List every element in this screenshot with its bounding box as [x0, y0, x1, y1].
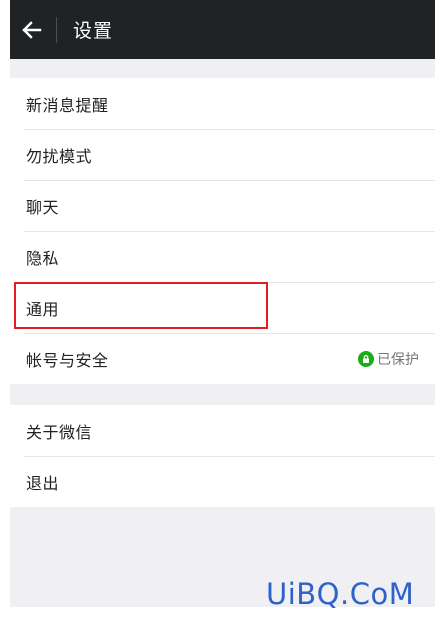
settings-item-label: 勿扰模式	[26, 146, 93, 166]
settings-item-label: 关于微信	[26, 422, 93, 442]
header-divider	[56, 16, 57, 43]
settings-item-notifications[interactable]: 新消息提醒	[10, 78, 435, 129]
settings-item-label: 聊天	[26, 197, 60, 217]
settings-item-chat[interactable]: 聊天	[10, 180, 435, 231]
settings-item-label: 帐号与安全	[26, 350, 109, 370]
settings-item-label: 通用	[26, 299, 60, 319]
settings-item-logout[interactable]: 退出	[10, 456, 435, 507]
settings-item-general[interactable]: 通用	[10, 282, 435, 333]
settings-item-do-not-disturb[interactable]: 勿扰模式	[10, 129, 435, 180]
page-title: 设置	[73, 20, 114, 42]
settings-item-about[interactable]: 关于微信	[10, 405, 435, 456]
settings-item-label: 隐私	[26, 248, 60, 268]
header-bar: 设置	[10, 0, 435, 59]
status-text: 已保护	[377, 351, 419, 368]
settings-item-label: 退出	[26, 473, 60, 493]
settings-item-account-security[interactable]: 帐号与安全 已保护	[10, 333, 435, 384]
protection-status: 已保护	[358, 349, 419, 369]
back-button[interactable]	[12, 0, 52, 59]
arrow-left-icon	[22, 20, 42, 39]
watermark: UiBQ.CoM	[266, 577, 415, 611]
settings-group-main: 新消息提醒 勿扰模式 聊天 隐私 通用 帐号与安全 已保护	[10, 78, 435, 384]
settings-item-label: 新消息提醒	[26, 95, 109, 115]
settings-screen: 设置 新消息提醒 勿扰模式 聊天 隐私 通用 帐号与安全 已保护 关于微信 退出	[10, 0, 435, 607]
shield-check-icon	[358, 350, 374, 367]
settings-item-privacy[interactable]: 隐私	[10, 231, 435, 282]
settings-group-secondary: 关于微信 退出	[10, 405, 435, 507]
